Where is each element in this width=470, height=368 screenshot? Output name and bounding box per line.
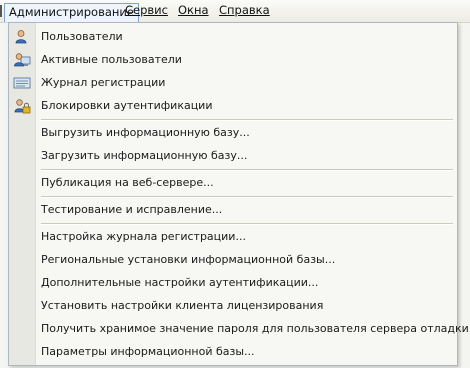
menu-separator: [41, 119, 453, 121]
log-icon: [13, 75, 31, 91]
menu-item-auth-settings[interactable]: Дополнительные настройки аутентификации.…: [9, 273, 457, 293]
menu-item-export-infobase[interactable]: Выгрузить информационную базу...: [9, 123, 457, 143]
menu-bar: Администрирование Сервис Окна Справка: [0, 0, 470, 23]
menu-separator: [41, 196, 453, 198]
menu-item-infobase-params[interactable]: Параметры информационной базы...: [9, 342, 457, 362]
menu-item-debug-password[interactable]: Получить хранимое значение пароля для по…: [9, 319, 470, 339]
menu-administration[interactable]: Администрирование: [4, 3, 139, 22]
user-lock-icon: [13, 98, 31, 114]
menu-item-auth-locks[interactable]: Блокировки аутентификации: [9, 96, 457, 116]
menu-item-web-publish[interactable]: Публикация на веб-сервере...: [9, 173, 457, 193]
menu-item-event-log[interactable]: Журнал регистрации: [9, 73, 457, 93]
menu-item-log-settings[interactable]: Настройка журнала регистрации...: [9, 227, 457, 247]
menu-item-active-users[interactable]: Активные пользователи: [9, 50, 457, 70]
administration-dropdown: Пользователи Активные пользователи Журна…: [8, 22, 470, 366]
user-icon: [13, 29, 31, 45]
menu-help[interactable]: Справка: [216, 2, 273, 19]
menu-separator: [41, 223, 453, 225]
active-users-icon: [13, 52, 31, 68]
menu-item-import-infobase[interactable]: Загрузить информационную базу...: [9, 146, 457, 166]
menu-item-regional-settings[interactable]: Региональные установки информационной ба…: [9, 250, 457, 270]
menu-windows[interactable]: Окна: [175, 2, 212, 19]
menu-item-licensing-client[interactable]: Установить настройки клиента лицензирова…: [9, 296, 457, 316]
menu-separator: [41, 169, 453, 171]
menu-service[interactable]: Сервис: [122, 2, 171, 19]
menu-item-users[interactable]: Пользователи: [9, 27, 457, 47]
menu-item-test-repair[interactable]: Тестирование и исправление...: [9, 200, 457, 220]
